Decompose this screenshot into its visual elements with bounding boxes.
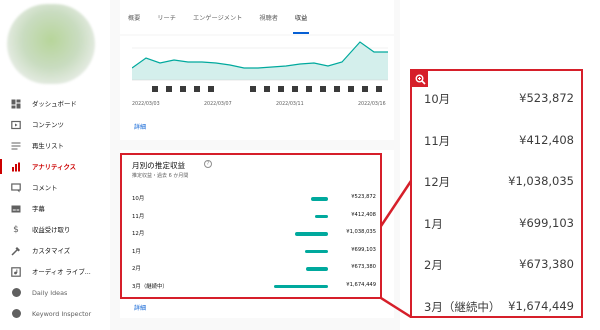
sidebar-item-keyword-inspector[interactable]: Keyword Inspector — [0, 303, 110, 324]
sidebar-item-label: コメント — [32, 184, 58, 192]
zoom-month: 2月 — [424, 258, 443, 272]
sidebar-item-label: Keyword Inspector — [32, 309, 92, 318]
revenue-line-chart — [132, 41, 388, 92]
subtitles-icon — [10, 203, 22, 215]
sidebar: ダッシュボード コンテンツ 再生リスト アナリティクス コメント 字幕 $ 収益… — [0, 0, 110, 330]
sidebar-item-label: Daily Ideas — [32, 288, 68, 297]
playlist-icon — [10, 140, 22, 152]
zoom-month: 11月 — [424, 133, 451, 148]
video-marker[interactable] — [348, 86, 354, 92]
video-marker[interactable] — [334, 86, 340, 92]
sidebar-item-label: コンテンツ — [32, 121, 64, 129]
zoom-row: 10月 ¥523,872 — [424, 91, 574, 109]
revenue-detail-link[interactable]: 詳細 — [134, 303, 146, 312]
tab-overview[interactable]: 概要 — [128, 0, 140, 34]
zoom-row: 12月 ¥1,038,035 — [424, 174, 574, 192]
video-marker[interactable] — [362, 86, 368, 92]
video-marker[interactable] — [166, 86, 172, 92]
sidebar-item-analytics[interactable]: アナリティクス — [0, 156, 110, 177]
video-markers — [152, 86, 382, 92]
x-axis-label: 2022/03/11 — [276, 102, 304, 107]
dollar-icon: $ — [13, 224, 19, 235]
tab-reach[interactable]: リーチ — [157, 0, 176, 34]
dashboard-icon — [10, 98, 22, 110]
sidebar-item-label: オーディオ ライブ... — [32, 268, 91, 276]
zoom-row: 1月 ¥699,103 — [424, 216, 574, 234]
sidebar-item-customize[interactable]: カスタマイズ — [0, 240, 110, 261]
sidebar-item-earn[interactable]: $ 収益受け取り — [0, 219, 110, 240]
comment-icon — [10, 182, 22, 194]
sidebar-nav: ダッシュボード コンテンツ 再生リスト アナリティクス コメント 字幕 $ 収益… — [0, 93, 110, 324]
zoomed-revenue-panel: 10月 ¥523,872 11月 ¥412,408 12月 ¥1,038,035 1月 ¥69… — [410, 69, 583, 318]
zoom-value: ¥1,674,449 — [508, 298, 574, 313]
sidebar-item-comments[interactable]: コメント — [0, 177, 110, 198]
sidebar-item-label: カスタマイズ — [32, 247, 71, 255]
sidebar-item-playlists[interactable]: 再生リスト — [0, 135, 110, 156]
sidebar-item-dashboard[interactable]: ダッシュボード — [0, 93, 110, 114]
zoom-value: ¥412,408 — [519, 132, 574, 147]
tab-engagement[interactable]: エンゲージメント — [193, 0, 242, 34]
zoom-month: 3月（継続中） — [424, 299, 501, 314]
sidebar-item-subtitles[interactable]: 字幕 — [0, 198, 110, 219]
x-axis-label: 2022/03/16 — [358, 102, 386, 107]
zoom-row: 3月（継続中） ¥1,674,449 — [424, 299, 574, 317]
zoom-value: ¥1,038,035 — [508, 174, 574, 188]
sidebar-item-label: ダッシュボード — [32, 100, 77, 108]
sidebar-item-content[interactable]: コンテンツ — [0, 114, 110, 135]
video-marker[interactable] — [306, 86, 312, 92]
extension-icon — [10, 308, 22, 320]
sidebar-item-daily-ideas[interactable]: Daily Ideas — [0, 282, 110, 303]
sidebar-item-label: 再生リスト — [32, 142, 64, 150]
zoom-value: ¥699,103 — [519, 215, 574, 230]
channel-avatar[interactable] — [7, 4, 95, 84]
analytics-icon — [10, 161, 22, 173]
audio-library-icon — [10, 266, 22, 278]
video-marker[interactable] — [208, 86, 214, 92]
video-marker[interactable] — [250, 86, 256, 92]
video-marker[interactable] — [152, 86, 158, 92]
extension-icon — [10, 287, 22, 299]
video-marker[interactable] — [194, 86, 200, 92]
zoom-value: ¥673,380 — [519, 257, 574, 271]
customize-icon — [10, 245, 22, 257]
revenue-line-chart-card: 2022/03/03 2022/03/07 2022/03/11 2022/03… — [120, 36, 394, 140]
zoom-month: 10月 — [424, 92, 451, 106]
video-marker[interactable] — [320, 86, 326, 92]
sidebar-item-label: 字幕 — [32, 205, 45, 213]
zoom-row: 11月 ¥412,408 — [424, 133, 574, 151]
zoom-month: 12月 — [424, 175, 451, 189]
video-marker[interactable] — [376, 86, 382, 92]
analytics-tabs: 概要 リーチ エンゲージメント 視聴者 収益 — [120, 0, 394, 34]
video-marker[interactable] — [292, 86, 298, 92]
sidebar-item-audio-library[interactable]: オーディオ ライブ... — [0, 261, 110, 282]
video-marker[interactable] — [264, 86, 270, 92]
tab-revenue[interactable]: 収益 — [292, 0, 310, 34]
chart-detail-link[interactable]: 詳細 — [134, 122, 146, 131]
sidebar-item-label: アナリティクス — [32, 163, 77, 171]
video-marker[interactable] — [278, 86, 284, 92]
zoom-row: 2月 ¥673,380 — [424, 257, 574, 275]
tab-audience[interactable]: 視聴者 — [259, 0, 278, 34]
x-axis-label: 2022/03/07 — [204, 102, 232, 107]
zoom-in-icon — [412, 71, 428, 87]
zoom-value: ¥523,872 — [519, 91, 574, 105]
x-axis-label: 2022/03/03 — [132, 102, 160, 107]
video-marker[interactable] — [180, 86, 186, 92]
zoom-month: 1月 — [424, 216, 443, 231]
sidebar-item-label: 収益受け取り — [32, 226, 71, 234]
highlight-box — [120, 153, 382, 299]
content-icon — [10, 119, 22, 131]
